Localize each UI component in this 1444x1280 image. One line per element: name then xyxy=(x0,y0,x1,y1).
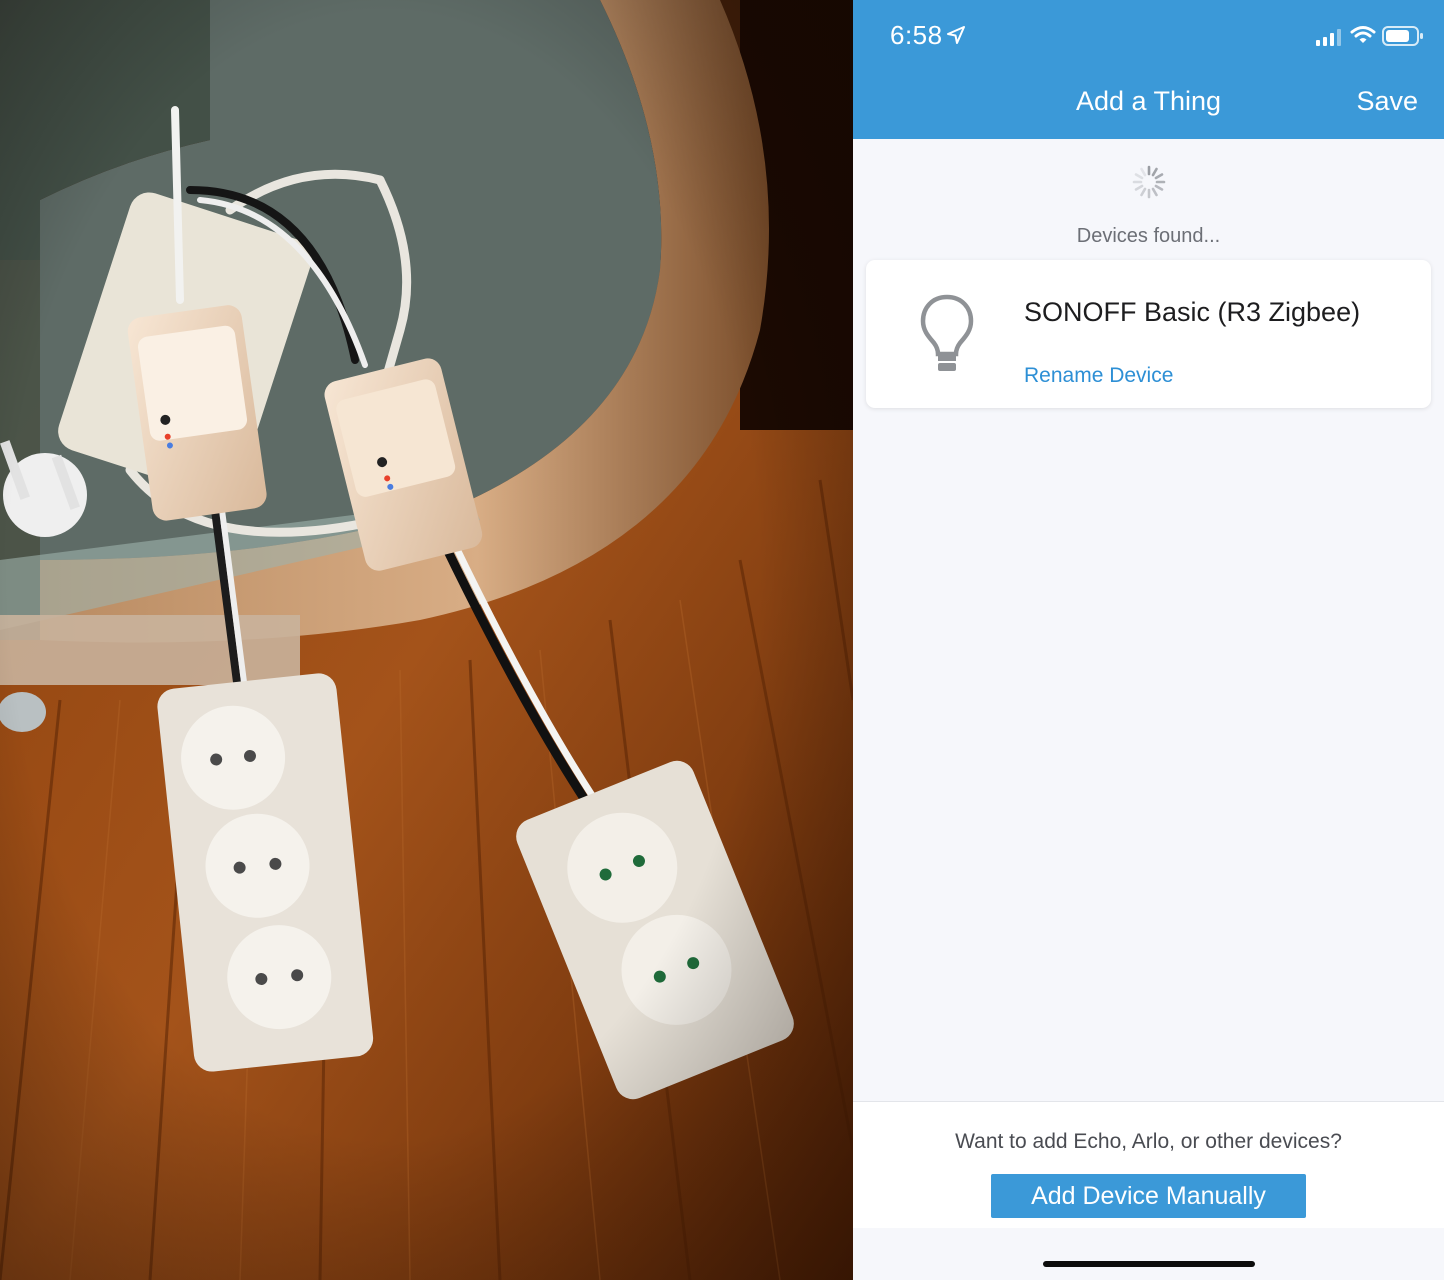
hardware-photo xyxy=(0,0,853,1280)
add-device-manually-button[interactable]: Add Device Manually xyxy=(991,1174,1306,1218)
wifi-icon xyxy=(1350,26,1376,43)
save-button[interactable]: Save xyxy=(1356,86,1418,117)
photo-illustration xyxy=(0,0,853,1280)
rename-device-link[interactable]: Rename Device xyxy=(1024,364,1173,388)
phone-screen: 6:58 Add a Thing Save Devices found... S… xyxy=(853,0,1444,1280)
home-indicator[interactable] xyxy=(1043,1261,1255,1267)
nav-header: 6:58 Add a Thing Save xyxy=(853,0,1444,139)
cellular-signal-icon xyxy=(1316,29,1341,46)
device-card[interactable]: SONOFF Basic (R3 Zigbee) Rename Device xyxy=(866,260,1431,408)
status-time: 6:58 xyxy=(890,20,943,50)
light-bulb-icon xyxy=(920,294,974,371)
battery-icon xyxy=(1382,26,1423,46)
bottom-panel: Want to add Echo, Arlo, or other devices… xyxy=(853,1101,1444,1228)
screenshot-root: 6:58 Add a Thing Save Devices found... S… xyxy=(0,0,1444,1280)
discovery-status: Devices found... xyxy=(1076,225,1221,247)
loading-spinner-icon xyxy=(1132,165,1166,199)
location-arrow-icon xyxy=(947,26,965,44)
device-name: SONOFF Basic (R3 Zigbee) xyxy=(1024,297,1361,327)
other-devices-prompt: Want to add Echo, Arlo, or other devices… xyxy=(955,1130,1342,1153)
page-title: Add a Thing xyxy=(1075,86,1222,116)
